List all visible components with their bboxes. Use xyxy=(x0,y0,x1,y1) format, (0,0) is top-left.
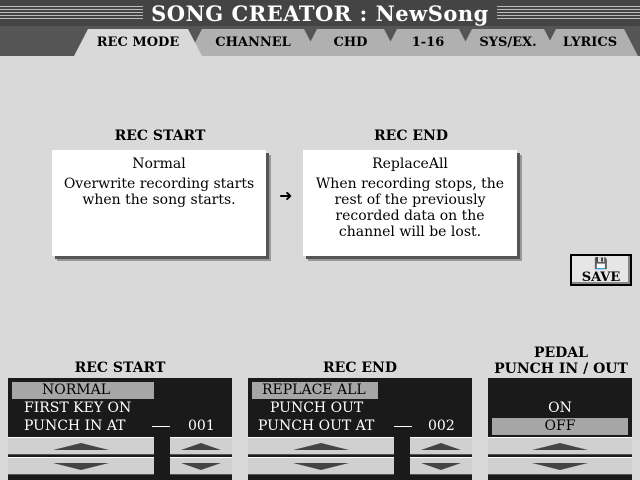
triangle-down-icon xyxy=(421,462,461,470)
triangle-up-icon xyxy=(53,442,109,450)
punch-in-value[interactable]: 001 xyxy=(188,418,215,434)
rec-end-down-button[interactable] xyxy=(248,457,394,475)
rec-end-info-box: ReplaceAll When recording stops, the res… xyxy=(303,150,517,256)
pedal-heading-line2: PUNCH IN / OUT xyxy=(494,361,628,377)
punch-out-up-button[interactable] xyxy=(410,437,472,455)
rec-start-mode-name: Normal xyxy=(132,156,186,172)
rec-start-description: Overwrite recording starts when the song… xyxy=(63,176,255,208)
tab-bar: LYRICS SYS/EX. 1-16 CHD CHANNEL REC MODE xyxy=(0,26,640,56)
title-bar: SONG CREATOR : NewSong xyxy=(0,0,640,26)
rec-start-option-normal[interactable]: NORMAL xyxy=(12,382,154,399)
punch-out-down-button[interactable] xyxy=(410,457,472,475)
rec-end-option-replace-all[interactable]: REPLACE ALL xyxy=(252,382,378,399)
tab-1-16[interactable]: 1-16 xyxy=(383,29,473,56)
tab-label: 1-16 xyxy=(411,35,445,50)
rec-end-description: When recording stops, the rest of the pr… xyxy=(315,176,505,240)
tab-sysex[interactable]: SYS/EX. xyxy=(458,29,558,56)
dash-separator xyxy=(152,426,170,427)
triangle-down-icon xyxy=(532,462,588,470)
arrow-right-icon: ➜ xyxy=(279,186,293,205)
rec-end-panel: REPLACE ALL PUNCH OUT PUNCH OUT AT 002 xyxy=(248,378,472,480)
save-label: SAVE xyxy=(581,270,621,285)
page-title: SONG CREATOR : NewSong xyxy=(143,0,497,26)
rec-start-panel: NORMAL FIRST KEY ON PUNCH IN AT 001 xyxy=(8,378,232,480)
rec-start-panel-heading: REC START xyxy=(74,360,166,376)
rec-start-heading: REC START xyxy=(114,128,206,144)
triangle-up-icon xyxy=(181,442,221,450)
main-content: REC START REC END Normal Overwrite recor… xyxy=(0,56,640,480)
rec-start-option-punch-in-at[interactable]: PUNCH IN AT xyxy=(24,418,166,435)
triangle-down-icon xyxy=(53,462,109,470)
pedal-panel-heading: PEDAL PUNCH IN / OUT xyxy=(490,345,632,377)
triangle-down-icon xyxy=(293,462,349,470)
pedal-punch-panel: ON OFF xyxy=(488,378,632,480)
tab-channel[interactable]: CHANNEL xyxy=(188,29,318,56)
rec-end-option-punch-out[interactable]: PUNCH OUT xyxy=(270,400,400,417)
tab-chd[interactable]: CHD xyxy=(303,29,398,56)
rec-start-info-box: Normal Overwrite recording starts when t… xyxy=(52,150,266,256)
triangle-up-icon xyxy=(421,442,461,450)
rec-end-panel-heading: REC END xyxy=(323,360,397,376)
pedal-down-button[interactable] xyxy=(488,457,632,475)
tab-rec-mode[interactable]: REC MODE xyxy=(74,29,202,56)
rec-end-option-punch-out-at[interactable]: PUNCH OUT AT xyxy=(258,418,394,435)
triangle-up-icon xyxy=(532,442,588,450)
rec-end-up-button[interactable] xyxy=(248,437,394,455)
tab-lyrics[interactable]: LYRICS xyxy=(542,29,638,56)
rec-start-up-button[interactable] xyxy=(8,437,154,455)
pedal-up-button[interactable] xyxy=(488,437,632,455)
pedal-option-off[interactable]: OFF xyxy=(492,418,628,435)
save-button[interactable]: 💾 SAVE xyxy=(570,254,632,286)
floppy-disk-icon: 💾 xyxy=(594,257,608,270)
triangle-up-icon xyxy=(293,442,349,450)
tab-label: SYS/EX. xyxy=(479,35,537,50)
dash-separator xyxy=(394,426,412,427)
rec-start-option-first-key-on[interactable]: FIRST KEY ON xyxy=(24,400,166,417)
tab-label: REC MODE xyxy=(96,35,180,50)
tab-label: CHD xyxy=(333,35,368,50)
rec-end-mode-name: ReplaceAll xyxy=(372,156,448,172)
pedal-heading-line1: PEDAL xyxy=(533,345,589,361)
punch-out-value[interactable]: 002 xyxy=(428,418,455,434)
punch-in-down-button[interactable] xyxy=(170,457,232,475)
pedal-option-on[interactable]: ON xyxy=(488,400,632,417)
triangle-down-icon xyxy=(181,462,221,470)
punch-in-up-button[interactable] xyxy=(170,437,232,455)
rec-start-down-button[interactable] xyxy=(8,457,154,475)
tab-label: LYRICS xyxy=(562,35,618,50)
tab-label: CHANNEL xyxy=(215,35,291,50)
rec-end-heading: REC END xyxy=(374,128,448,144)
